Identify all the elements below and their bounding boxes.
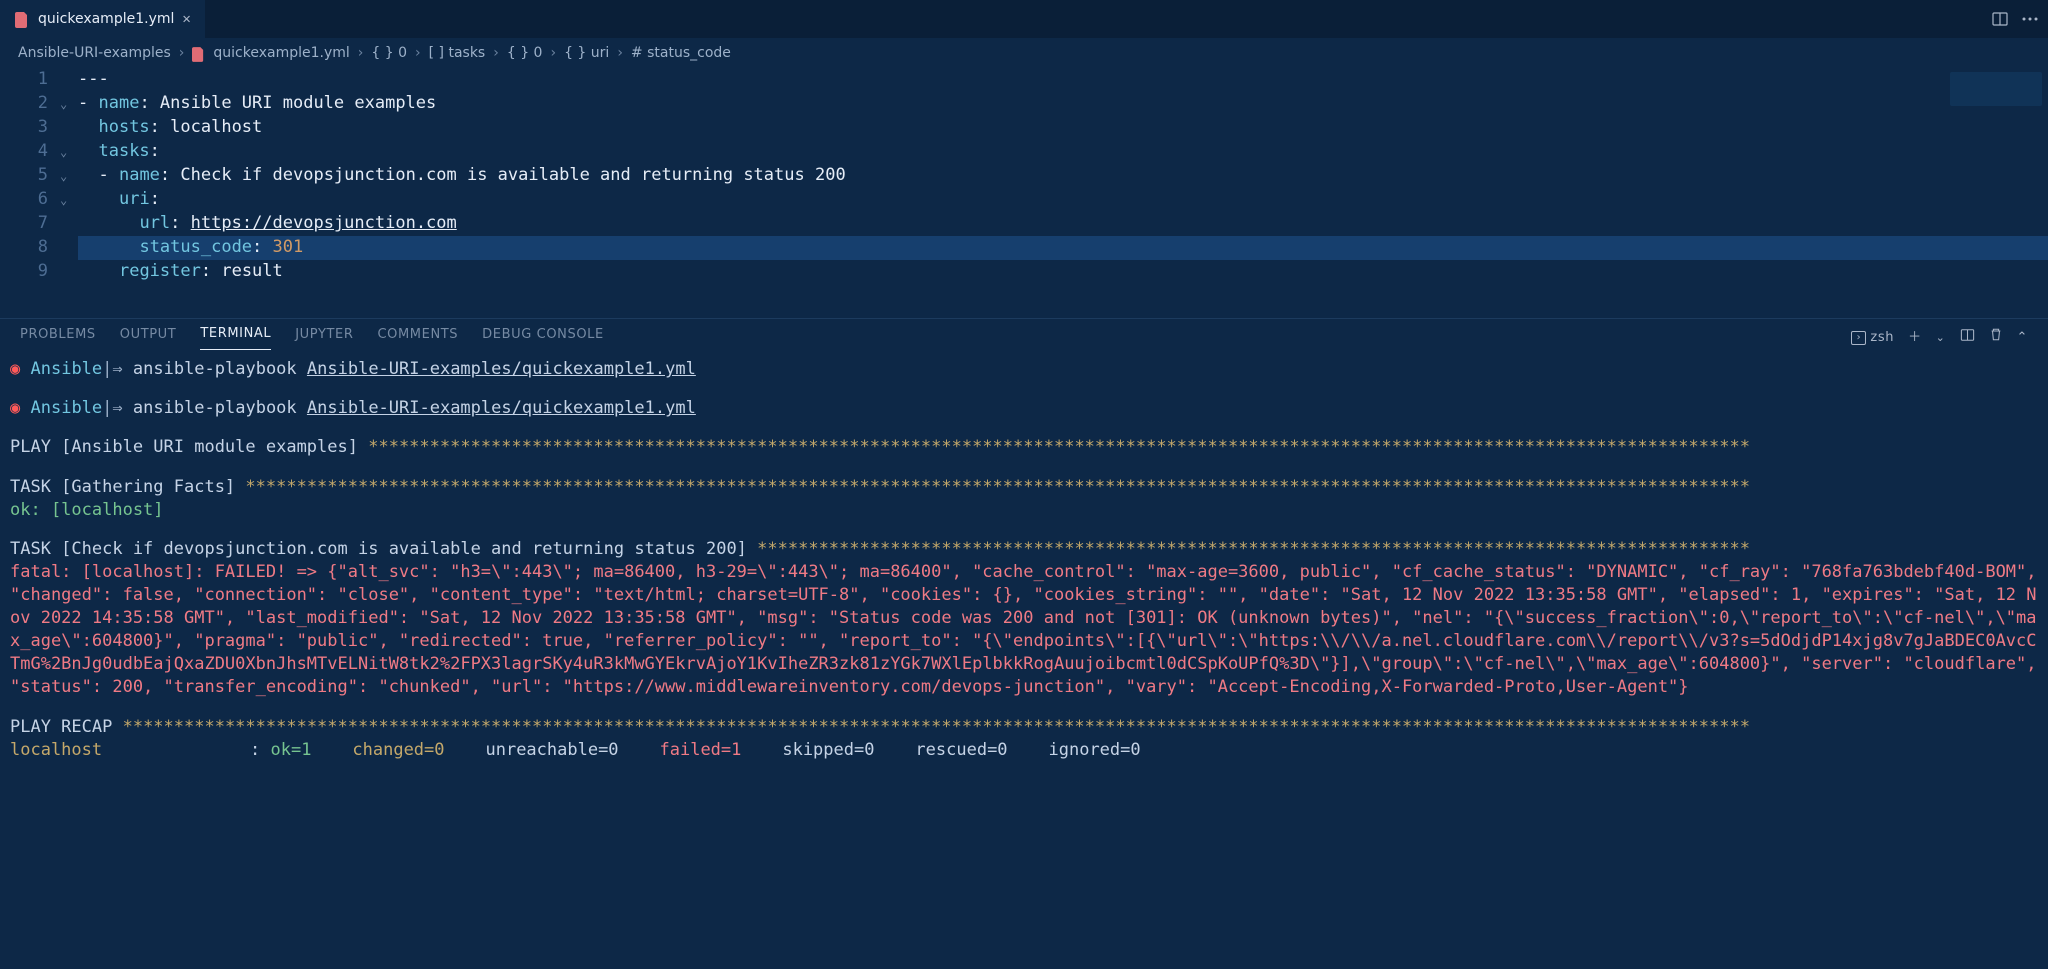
crumb-node[interactable]: { } 0: [371, 44, 407, 64]
code-content: url: https://devopsjunction.com: [78, 212, 457, 236]
code-line[interactable]: 4⌄ tasks:: [0, 140, 2048, 164]
code-content: - name: Ansible URI module examples: [78, 92, 436, 116]
chevron-up-icon[interactable]: ⌃: [2017, 329, 2029, 347]
code-line[interactable]: 3 hosts: localhost: [0, 116, 2048, 140]
line-number: 6: [0, 188, 60, 212]
code-line[interactable]: 2⌄- name: Ansible URI module examples: [0, 92, 2048, 116]
fold-toggle[interactable]: ⌄: [60, 140, 78, 164]
tab-output[interactable]: OUTPUT: [120, 326, 177, 350]
code-content: status_code: 301: [78, 236, 303, 260]
task-gathering: TASK [Gathering Facts] *****************…: [10, 476, 2038, 499]
chevron-right-icon: ›: [179, 44, 185, 64]
task-check: TASK [Check if devopsjunction.com is ava…: [10, 538, 2038, 561]
tab-jupyter[interactable]: JUPYTER: [295, 326, 353, 350]
line-number: 2: [0, 92, 60, 116]
new-terminal-icon[interactable]: ＋: [1908, 329, 1922, 347]
file-tab[interactable]: quickexample1.yml ✕: [0, 0, 205, 38]
code-content: uri:: [78, 188, 160, 212]
shell-name: zsh: [1870, 329, 1894, 347]
code-line[interactable]: 1 ---: [0, 68, 2048, 92]
fold-toggle[interactable]: ⌄: [60, 164, 78, 188]
code-line[interactable]: 8 status_code: 301: [0, 236, 2048, 260]
chevron-right-icon: ›: [493, 44, 499, 64]
code-content: tasks:: [78, 140, 160, 164]
trash-icon[interactable]: [1989, 327, 2003, 348]
prompt-dot-icon: ◉: [10, 398, 20, 418]
line-number: 3: [0, 116, 60, 140]
code-content: hosts: localhost: [78, 116, 262, 140]
code-content: register: result: [78, 260, 283, 284]
code-line[interactable]: 5⌄ - name: Check if devopsjunction.com i…: [0, 164, 2048, 188]
code-content: - name: Check if devopsjunction.com is a…: [78, 164, 846, 188]
task-ok: ok: [localhost]: [10, 499, 2038, 522]
code-line[interactable]: 6⌄ uri:: [0, 188, 2048, 212]
tab-terminal[interactable]: TERMINAL: [200, 325, 271, 350]
chevron-right-icon: ›: [617, 44, 623, 64]
panel-tabs: PROBLEMS OUTPUT TERMINAL JUPYTER COMMENT…: [0, 319, 2048, 350]
crumb-node[interactable]: # status_code: [631, 44, 731, 64]
crumb-file[interactable]: quickexample1.yml: [213, 44, 349, 64]
tab-comments[interactable]: COMMENTS: [377, 326, 458, 350]
chevron-right-icon: ›: [550, 44, 556, 64]
bottom-panel: PROBLEMS OUTPUT TERMINAL JUPYTER COMMENT…: [0, 318, 2048, 969]
crumb-folder[interactable]: Ansible-URI-examples: [18, 44, 171, 64]
recap-row: localhost: ok=1 changed=0 unreachable=0 …: [10, 739, 2038, 762]
play-header: PLAY [Ansible URI module examples] *****…: [10, 436, 2038, 459]
chevron-right-icon: ›: [358, 44, 364, 64]
split-editor-icon[interactable]: [1992, 11, 2008, 27]
tab-bar: quickexample1.yml ✕: [0, 0, 2048, 38]
tab-problems[interactable]: PROBLEMS: [20, 326, 96, 350]
line-number: 8: [0, 236, 60, 260]
code-line[interactable]: 9 register: result: [0, 260, 2048, 284]
code-line[interactable]: 7 url: https://devopsjunction.com: [0, 212, 2048, 236]
fold-toggle[interactable]: ⌄: [60, 188, 78, 212]
fold-toggle[interactable]: ⌄: [60, 92, 78, 116]
code-content: ---: [78, 68, 109, 92]
terminal-output[interactable]: ◉ Ansible|⇒ ansible-playbook Ansible-URI…: [0, 350, 2048, 770]
tab-filename: quickexample1.yml: [38, 10, 174, 30]
line-number: 5: [0, 164, 60, 188]
minimap[interactable]: [1950, 72, 2042, 106]
crumb-node[interactable]: { } uri: [564, 44, 609, 64]
prompt-dot-icon: ◉: [10, 359, 20, 379]
terminal-prompt-line: ◉ Ansible|⇒ ansible-playbook Ansible-URI…: [10, 358, 2038, 381]
terminal-icon: ›: [1851, 331, 1866, 345]
tab-debug[interactable]: DEBUG CONSOLE: [482, 326, 604, 350]
line-number: 7: [0, 212, 60, 236]
terminal-prompt-line: ◉ Ansible|⇒ ansible-playbook Ansible-URI…: [10, 397, 2038, 420]
line-number: 1: [0, 68, 60, 92]
crumb-node[interactable]: [ ] tasks: [429, 44, 486, 64]
crumb-node[interactable]: { } 0: [507, 44, 543, 64]
terminal-shell-indicator[interactable]: › zsh: [1851, 329, 1894, 347]
yaml-file-icon: [192, 47, 205, 62]
task-fatal: fatal: [localhost]: FAILED! => {"alt_svc…: [10, 561, 2038, 700]
yaml-file-icon: [14, 12, 30, 28]
chevron-right-icon: ›: [415, 44, 421, 64]
split-terminal-icon[interactable]: [1960, 328, 1975, 348]
code-editor[interactable]: 1---2⌄- name: Ansible URI module example…: [0, 68, 2048, 318]
breadcrumb[interactable]: Ansible-URI-examples › quickexample1.yml…: [0, 38, 2048, 68]
line-number: 4: [0, 140, 60, 164]
line-number: 9: [0, 260, 60, 284]
more-actions-icon[interactable]: [2022, 17, 2038, 21]
tab-close-icon[interactable]: ✕: [182, 10, 190, 30]
play-recap: PLAY RECAP *****************************…: [10, 716, 2038, 739]
terminal-dropdown-icon[interactable]: ⌄: [1936, 330, 1946, 345]
